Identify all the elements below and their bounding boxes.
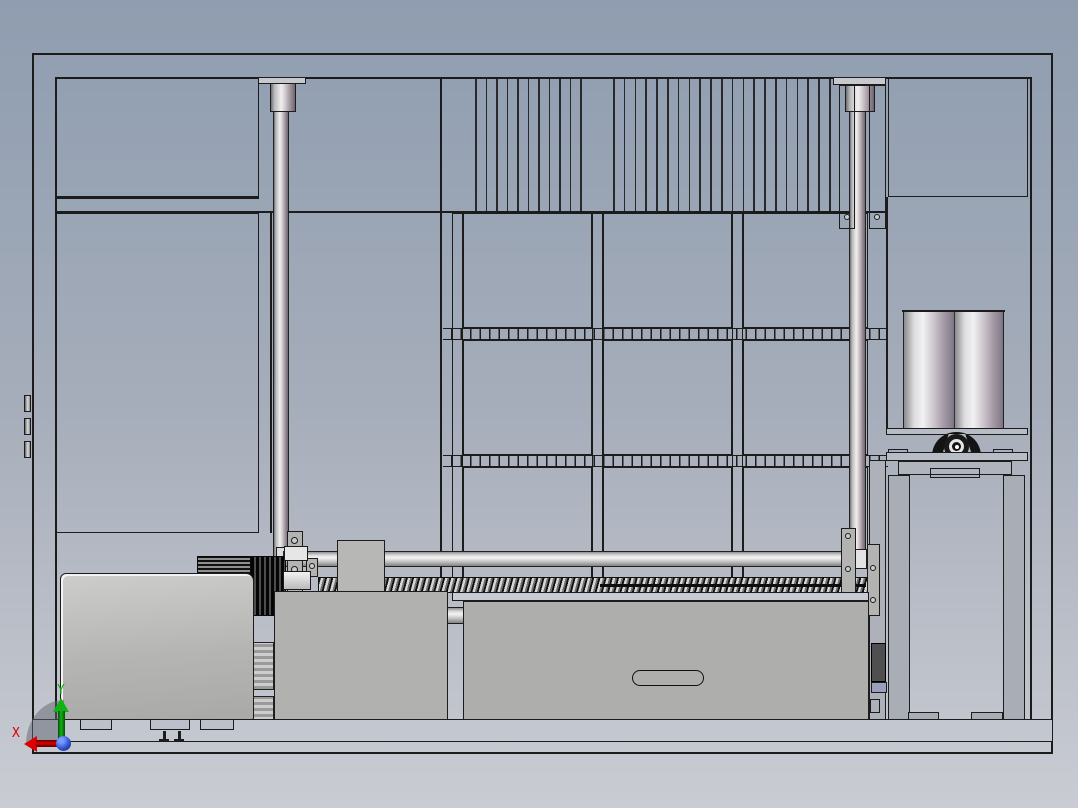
slat-line [796, 78, 799, 211]
y-axis-label: Y [57, 683, 65, 698]
levelling-foot [200, 719, 234, 730]
slat-line [764, 78, 766, 211]
lead-screw-core-line [600, 584, 866, 587]
cad-viewport[interactable]: Y X [0, 0, 1078, 808]
right-column-edge [886, 197, 888, 428]
left-upper-door-panel[interactable] [56, 78, 259, 197]
right-post-flange[interactable] [833, 77, 886, 85]
grid-panel-r2c2[interactable] [603, 213, 732, 328]
end-stop-block [871, 643, 886, 682]
slat-line [818, 78, 820, 211]
slat-line [677, 78, 680, 211]
cover-slot [632, 670, 704, 686]
slat-line [656, 78, 658, 211]
right-post-bracket-left [839, 85, 855, 229]
slat-line [710, 78, 712, 211]
slat-line [742, 78, 745, 211]
motor-coupling-upper [284, 546, 308, 561]
slat-line [775, 78, 777, 211]
mid-slide-box[interactable] [274, 591, 448, 732]
bracket-hole [870, 597, 876, 603]
bearing-bore [954, 444, 959, 449]
cable-carrier-upper [251, 642, 274, 690]
bracket-hole [845, 566, 851, 572]
x-axis-label: X [12, 726, 20, 741]
carriage-block[interactable] [337, 540, 385, 593]
gearbox-housing[interactable] [60, 573, 254, 720]
slat-line [548, 78, 550, 211]
levelling-foot [150, 719, 190, 730]
left-guide-post[interactable] [273, 112, 289, 560]
levelling-foot [80, 719, 112, 730]
long-cover-box[interactable] [463, 601, 869, 728]
bracket-hole [291, 537, 298, 544]
slat-line [613, 78, 615, 211]
slat-line [485, 78, 487, 211]
grid-mullion-3 [732, 213, 743, 598]
anchor-screw-head [174, 739, 184, 741]
slat-line [538, 78, 540, 211]
end-stop-pad [871, 682, 887, 693]
right-post-bracket-right [869, 85, 886, 229]
bracket-hole [844, 214, 850, 220]
left-post-cap[interactable] [270, 83, 296, 112]
bracket-hole [845, 533, 851, 539]
slat-line [559, 78, 561, 211]
bracket-hole [870, 565, 876, 571]
y-axis-arrowhead [53, 698, 69, 712]
linear-slide-rail[interactable] [452, 592, 869, 601]
slat-line [785, 78, 788, 211]
step-notch [930, 468, 980, 478]
left-post-panel-edge [270, 213, 272, 533]
tank-roller-left[interactable] [903, 311, 954, 428]
slat-line [667, 78, 669, 211]
grid-mullion-2 [592, 213, 603, 598]
slat-line [807, 78, 809, 211]
slat-line [699, 78, 701, 211]
tank-top-edge [902, 310, 1005, 312]
tank-roller-right[interactable] [954, 311, 1004, 428]
slat-line [645, 78, 647, 211]
toothed-cross-rail-lower[interactable] [443, 455, 888, 467]
slat-line [517, 78, 519, 211]
grid-panel-r2c1[interactable] [463, 213, 592, 328]
tank-base-plate[interactable] [886, 452, 1028, 461]
slat-line [569, 78, 571, 211]
anchor-screw-head [159, 739, 169, 741]
left-rail-line [55, 197, 259, 199]
slat-line [623, 78, 626, 211]
slat-line [829, 78, 831, 211]
grid-left-edge [440, 77, 442, 600]
shaft-right-stub [855, 549, 867, 569]
grid-mullion-1 [452, 213, 463, 598]
slat-line [496, 78, 498, 211]
left-lower-door-panel[interactable] [56, 213, 259, 533]
slat-line [721, 78, 723, 211]
frame-inner-right-edge [1030, 77, 1032, 720]
end-stop-tab [870, 699, 880, 713]
slat-line [688, 78, 691, 211]
slat-line [506, 78, 508, 211]
grid-panel-r3c2[interactable] [603, 340, 732, 455]
slat-line [475, 78, 477, 211]
support-column-right[interactable] [1003, 475, 1025, 722]
door-hinge [24, 441, 31, 458]
door-hinge [24, 395, 31, 412]
z-origin-sphere [56, 736, 71, 751]
door-hinge [24, 418, 31, 435]
bracket-hole [874, 214, 880, 220]
slat-line [731, 78, 734, 211]
right-upper-panel[interactable] [888, 78, 1028, 197]
slat-line [580, 78, 582, 211]
motor-coupling-lower [283, 571, 311, 590]
slat-line [753, 78, 755, 211]
support-column-left[interactable] [888, 475, 910, 722]
grid-panel-r3c1[interactable] [463, 340, 592, 455]
slat-line [634, 78, 637, 211]
bracket-hole [309, 563, 315, 569]
slat-line [527, 78, 529, 211]
connector-stub [447, 607, 464, 624]
toothed-cross-rail-upper[interactable] [443, 328, 888, 340]
